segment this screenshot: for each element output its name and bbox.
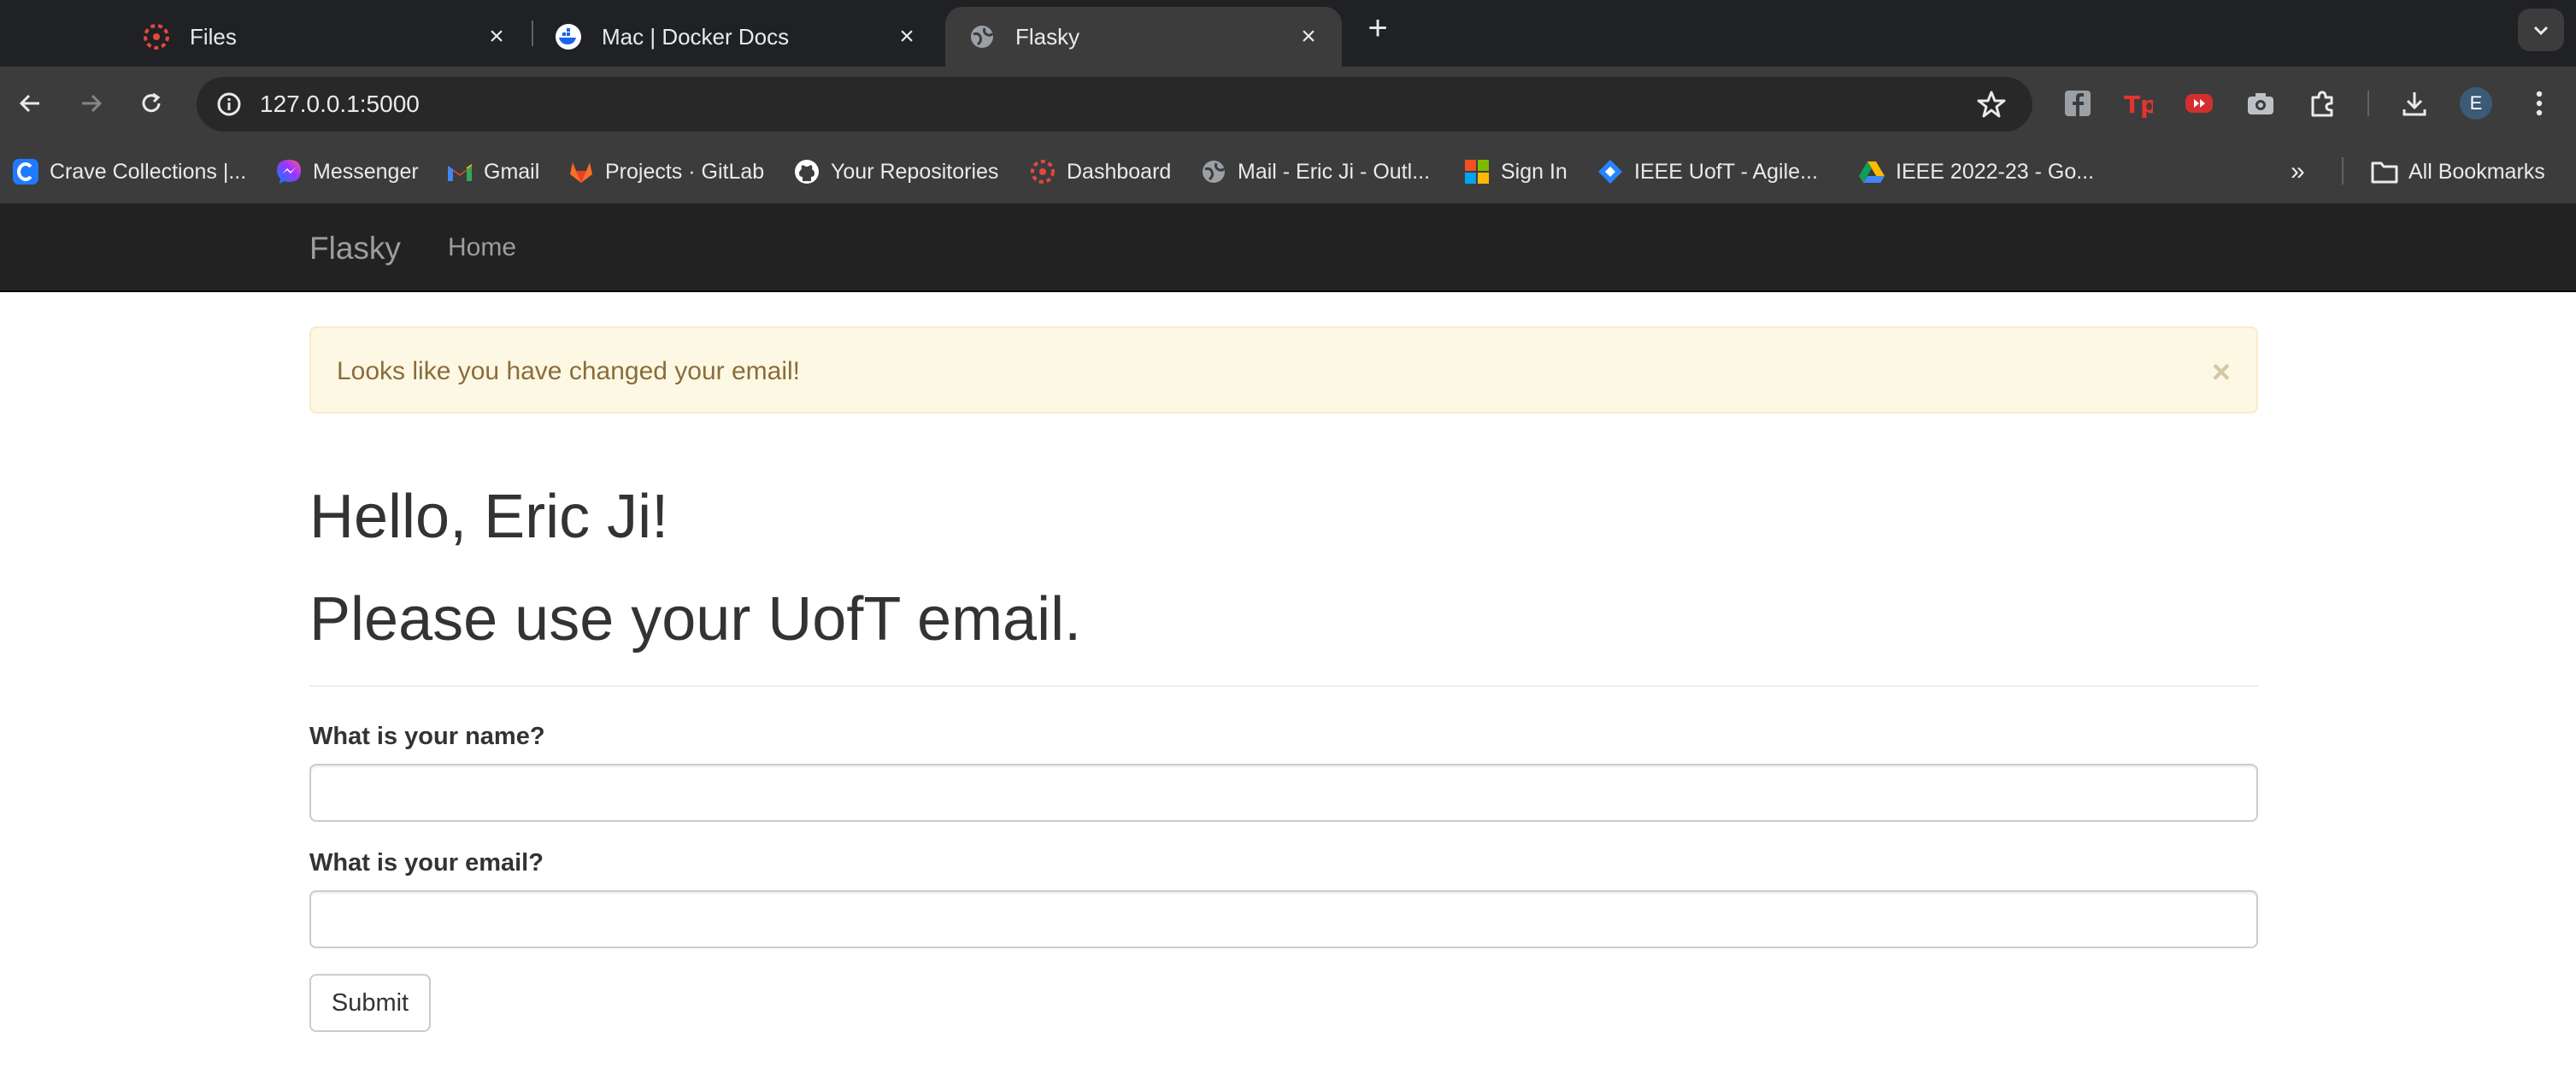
email-label: What is your email? xyxy=(309,849,544,877)
bookmark-label: Projects · GitLab xyxy=(605,159,765,184)
profile-avatar[interactable]: E xyxy=(2460,87,2492,120)
tab-label: Mac | Docker Docs xyxy=(602,23,790,50)
greeting-heading: Hello, Eric Ji! xyxy=(309,483,669,551)
browser-toolbar: 127.0.0.1:5000 Tp E xyxy=(0,67,2576,140)
bookmark-outlook-mail[interactable]: Mail - Eric Ji - Outl... xyxy=(1200,157,1430,186)
facebook-extension-icon[interactable] xyxy=(2060,85,2096,121)
bookmark-label: Sign In xyxy=(1501,159,1567,184)
messenger-icon xyxy=(275,158,303,185)
canvas-icon xyxy=(142,22,171,51)
chevron-down-icon xyxy=(2533,26,2549,36)
flash-alert: Looks like you have changed your email! … xyxy=(309,326,2258,413)
crave-icon xyxy=(12,158,39,185)
more-menu-icon[interactable] xyxy=(2521,85,2557,121)
canvas-icon xyxy=(1029,158,1056,185)
bookmark-label: IEEE 2022-23 - Go... xyxy=(1896,159,2095,184)
github-icon xyxy=(793,158,820,185)
bookmarks-bar: Crave Collections |... Messenger Gmail P… xyxy=(0,140,2576,203)
bookmark-label: Dashboard xyxy=(1067,159,1172,184)
bookmark-messenger[interactable]: Messenger xyxy=(275,157,419,186)
address-bar[interactable]: 127.0.0.1:5000 xyxy=(197,77,2032,132)
bookmark-label: Mail - Eric Ji - Outl... xyxy=(1238,159,1431,184)
gitlab-icon xyxy=(568,158,595,185)
bookmark-sign-in[interactable]: Sign In xyxy=(1463,157,1567,186)
bookmarks-divider xyxy=(2342,157,2344,185)
docker-icon xyxy=(554,22,583,51)
bookmark-crave[interactable]: Crave Collections |... xyxy=(12,157,246,186)
tab-label: Files xyxy=(190,23,237,50)
bookmark-label: Messenger xyxy=(313,159,419,184)
new-tab-icon[interactable]: + xyxy=(1361,11,1395,46)
globe-icon xyxy=(1200,158,1227,185)
site-info-icon[interactable] xyxy=(215,91,243,118)
close-tab-icon[interactable]: × xyxy=(1296,24,1321,50)
tab-search-button[interactable] xyxy=(2518,9,2564,51)
reload-icon[interactable] xyxy=(133,85,169,121)
divider xyxy=(309,685,2258,687)
more-bookmarks-chevron-icon[interactable]: » xyxy=(2291,157,2305,186)
bookmark-label: Crave Collections |... xyxy=(50,159,247,184)
download-icon[interactable] xyxy=(2397,85,2432,121)
tab-flasky[interactable]: Flasky × xyxy=(945,7,1342,67)
alert-close-icon[interactable]: × xyxy=(2212,356,2231,389)
bookmark-dashboard[interactable]: Dashboard xyxy=(1029,157,1171,186)
toolbar-divider xyxy=(2367,91,2369,116)
tab-files[interactable]: Files × xyxy=(120,7,530,67)
tp-extension-icon[interactable]: Tp xyxy=(2120,85,2155,121)
bookmark-ieee-drive[interactable]: IEEE 2022-23 - Go... xyxy=(1858,157,2094,186)
submit-button[interactable]: Submit xyxy=(309,974,431,1032)
forward-icon[interactable] xyxy=(74,85,109,121)
video-extension-icon[interactable] xyxy=(2181,85,2217,121)
bookmark-star-icon[interactable] xyxy=(1976,89,2007,120)
drive-icon xyxy=(1858,158,1885,185)
bookmark-gitlab[interactable]: Projects · GitLab xyxy=(568,157,764,186)
url-text[interactable]: 127.0.0.1:5000 xyxy=(260,91,420,118)
bookmark-ieee-agile[interactable]: IEEE UofT - Agile... xyxy=(1597,157,1818,186)
bookmark-github[interactable]: Your Repositories xyxy=(793,157,998,186)
all-bookmarks-label: All Bookmarks xyxy=(2408,159,2545,184)
name-label: What is your name? xyxy=(309,723,545,750)
tab-docker-docs[interactable]: Mac | Docker Docs × xyxy=(532,7,940,67)
globe-icon xyxy=(967,22,997,51)
app-navbar: Flasky Home xyxy=(0,203,2576,292)
extensions-puzzle-icon[interactable] xyxy=(2304,85,2340,121)
bookmark-gmail[interactable]: Gmail xyxy=(446,157,539,186)
folder-icon xyxy=(2371,158,2398,185)
back-icon[interactable] xyxy=(12,85,48,121)
gmail-icon xyxy=(446,158,473,185)
email-input[interactable] xyxy=(309,890,2258,948)
bookmark-label: IEEE UofT - Agile... xyxy=(1634,159,1818,184)
nav-home-link[interactable]: Home xyxy=(448,233,516,262)
all-bookmarks-button[interactable]: All Bookmarks xyxy=(2371,157,2545,186)
bookmark-label: Your Repositories xyxy=(831,159,999,184)
svg-text:Tp: Tp xyxy=(2124,91,2153,118)
bookmark-label: Gmail xyxy=(484,159,540,184)
notice-heading: Please use your UofT email. xyxy=(309,585,1082,654)
jira-icon xyxy=(1597,158,1624,185)
name-input[interactable] xyxy=(309,764,2258,822)
camera-extension-icon[interactable] xyxy=(2243,85,2279,121)
close-tab-icon[interactable]: × xyxy=(484,24,509,50)
alert-message: Looks like you have changed your email! xyxy=(337,357,800,385)
close-tab-icon[interactable]: × xyxy=(894,24,920,50)
browser-tab-strip: Files × Mac | Docker Docs × Flasky × + xyxy=(0,0,2576,67)
microsoft-icon xyxy=(1463,158,1491,185)
tab-label: Flasky xyxy=(1015,23,1080,50)
brand-link[interactable]: Flasky xyxy=(309,231,401,267)
